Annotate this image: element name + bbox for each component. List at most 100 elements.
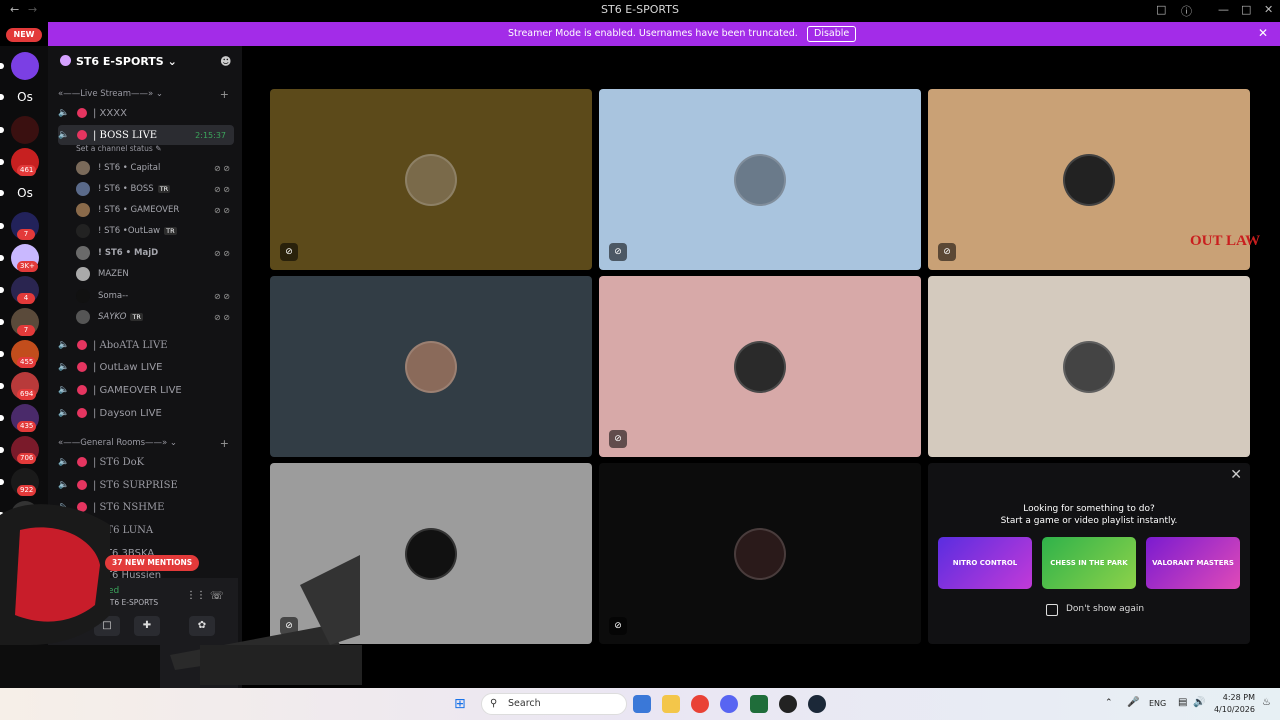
close-window-icon[interactable]: ✕ (1264, 3, 1273, 16)
participant-tile[interactable] (270, 276, 592, 457)
soundboard-button[interactable]: ✿ (189, 616, 215, 636)
avatar (76, 224, 90, 238)
channel-st6-dok[interactable]: 🔈 | ST6 DoK (58, 452, 234, 472)
activity-card-valorant-masters[interactable]: VALORANT MASTERS (1146, 537, 1240, 589)
participant-tile[interactable]: ⊘ (270, 89, 592, 270)
participant-tile[interactable] (928, 276, 1250, 457)
notification-bell-icon[interactable]: ♨ (1262, 697, 1271, 708)
server-os[interactable]: Os (0, 83, 39, 111)
mario-server-icon[interactable]: 461 (0, 148, 39, 176)
voice-user[interactable]: ! ST6 •OutLaw TR (76, 221, 236, 241)
close-icon[interactable]: ✕ (1258, 26, 1268, 40)
channel-label: | OutLaw LIVE (93, 361, 163, 373)
dark-server-icon[interactable]: 7 (0, 212, 39, 240)
purple-server-icon[interactable] (0, 52, 39, 80)
taskbar-search[interactable]: ⚲ Search (481, 693, 627, 715)
channel-aboata-live[interactable]: 🔈 | AboATA LIVE (58, 335, 234, 355)
avatar (405, 340, 457, 393)
voice-user-name: Soma-- (98, 291, 129, 301)
participant-tile[interactable]: ⊘ (599, 276, 921, 457)
red-crest-server-icon[interactable] (0, 116, 39, 144)
new-mentions-pill[interactable]: 37 NEW MENTIONS (105, 555, 200, 571)
disable-button[interactable]: Disable (807, 26, 857, 42)
voice-user[interactable]: SAYKO TR ⊘ ⊘ (76, 307, 236, 327)
settings-gear-icon[interactable]: ⚙ (210, 658, 219, 669)
activity-title: Looking for something to do? (1023, 504, 1155, 514)
server-os[interactable]: Os (0, 179, 39, 207)
voice-user[interactable]: MAZEN (76, 264, 236, 284)
window-title: ST6 E-SPORTS (601, 3, 679, 16)
portrait-server-icon[interactable]: 7 (0, 308, 39, 336)
channel-st6-surprise[interactable]: 🔈 | ST6 SURPRISE (58, 475, 234, 495)
windows-start-icon[interactable]: ⊞ (454, 696, 466, 712)
microphone-icon[interactable]: 🎤 (136, 658, 148, 669)
dont-show-again-checkbox[interactable] (1046, 604, 1058, 616)
file-explorer-icon[interactable] (662, 695, 680, 713)
voice-user[interactable]: ! ST6 • BOSS TR ⊘ ⊘ (76, 179, 236, 199)
avatar (734, 527, 786, 580)
mute-icon: ⊘ ⊘ (214, 291, 230, 301)
wings-server-icon[interactable]: 4 (0, 276, 39, 304)
language-indicator[interactable]: ENG (1149, 699, 1166, 708)
obs-icon[interactable] (779, 695, 797, 713)
participant-tile[interactable]: ⊘ (599, 463, 921, 644)
activity-button[interactable]: ✚ (134, 616, 160, 636)
live-dot-icon (77, 362, 87, 372)
channel-dayson-live[interactable]: 🔈 | Dayson LIVE (58, 403, 234, 423)
channel-st6-nshme[interactable]: 🔈 | ST6 NSHME (58, 497, 234, 517)
unread-badge: 435 (17, 421, 37, 432)
category-general-rooms[interactable]: «——General Rooms——» ⌄ + (58, 437, 234, 450)
fire-server-icon[interactable]: 455 (0, 340, 39, 368)
chrome-icon[interactable] (691, 695, 709, 713)
live-dot-icon (77, 502, 87, 512)
disconnect-icon[interactable]: ☏ (210, 589, 224, 602)
steam-icon[interactable] (808, 695, 826, 713)
inbox-icon[interactable]: □ (1156, 3, 1166, 16)
unread-indicator (0, 127, 4, 133)
chevron-up-icon[interactable]: ⌃ (1105, 698, 1113, 708)
participant-tile[interactable]: ⊘ (599, 89, 921, 270)
mirror-server-icon[interactable]: 435 (0, 404, 39, 432)
minimize-icon[interactable]: — (1218, 3, 1229, 16)
channel-outlaw-live[interactable]: 🔈 | OutLaw LIVE (58, 357, 234, 377)
add-member-icon[interactable]: ☻ (220, 55, 231, 68)
taskbar-time[interactable]: 4:28 PM (1217, 693, 1255, 702)
voice-stage: ⊘ ⊘ ⊘ ⊘ ⊘ ⊘ ✕ Looking for something to do? St… (242, 46, 1280, 688)
activity-card-nitro-control[interactable]: NITRO CONTROL (938, 537, 1032, 589)
category-live-stream[interactable]: «——Live Stream——» ⌄ + (58, 88, 234, 101)
discord-window: ← → ST6 E-SPORTS □ ⓘ — □ ✕ Streamer Mode… (0, 0, 1280, 720)
network-icon[interactable]: ▤ (1178, 697, 1187, 708)
maximize-icon[interactable]: □ (1241, 3, 1251, 16)
st-server-icon[interactable]: 922 (0, 468, 39, 496)
xbox-app-icon[interactable] (750, 695, 768, 713)
voice-user[interactable]: ! ST6 • MajD ⊘ ⊘ (76, 243, 236, 263)
bear-server-icon[interactable]: 694 (0, 372, 39, 400)
add-channel-icon[interactable]: + (220, 88, 229, 101)
channel-gameover-live[interactable]: 🔈 | GAMEOVER LIVE (58, 380, 234, 400)
speaker-icon: 🔈 (58, 525, 70, 535)
channel-xxxx[interactable]: 🔈 | XXXX (58, 103, 234, 123)
st-server-icon[interactable]: 3K+ (0, 244, 39, 272)
close-icon[interactable]: ✕ (1230, 467, 1242, 483)
shield-server-icon[interactable]: 706 (0, 436, 39, 464)
camera-button[interactable]: □ (94, 616, 120, 636)
avatar (76, 267, 90, 281)
store-app-icon[interactable] (633, 695, 651, 713)
voice-user[interactable]: ! ST6 • Capital ⊘ ⊘ (76, 158, 236, 178)
channel-st6-luna[interactable]: 🔈 | ST6 LUNA (58, 520, 234, 540)
microphone-tray-icon[interactable]: 🎤 (1127, 697, 1139, 708)
add-channel-icon[interactable]: + (220, 437, 229, 450)
help-icon[interactable]: ⓘ (1181, 3, 1192, 19)
channel-boss-live[interactable]: 🔈 | BOSS LIVE 2:15:37 (58, 125, 234, 145)
voice-user[interactable]: ! ST6 • GAMEOVER ⊘ ⊘ (76, 200, 236, 220)
guild-header[interactable]: ST6 E-SPORTS ⌄ (60, 55, 177, 68)
headphones-icon[interactable]: ♫ (172, 658, 181, 669)
discord-icon[interactable] (720, 695, 738, 713)
clan-server-icon[interactable] (0, 501, 39, 529)
noise-suppression-icon[interactable]: ⋮⋮ (186, 590, 206, 601)
activity-card-chess-in-the-park[interactable]: CHESS IN THE PARK (1042, 537, 1136, 589)
set-channel-status[interactable]: Set a channel status ✎ (76, 144, 161, 153)
taskbar-date[interactable]: 4/10/2026 (1203, 705, 1255, 714)
voice-user[interactable]: Soma-- ⊘ ⊘ (76, 286, 236, 306)
participant-tile[interactable]: ⊘ (270, 463, 592, 644)
